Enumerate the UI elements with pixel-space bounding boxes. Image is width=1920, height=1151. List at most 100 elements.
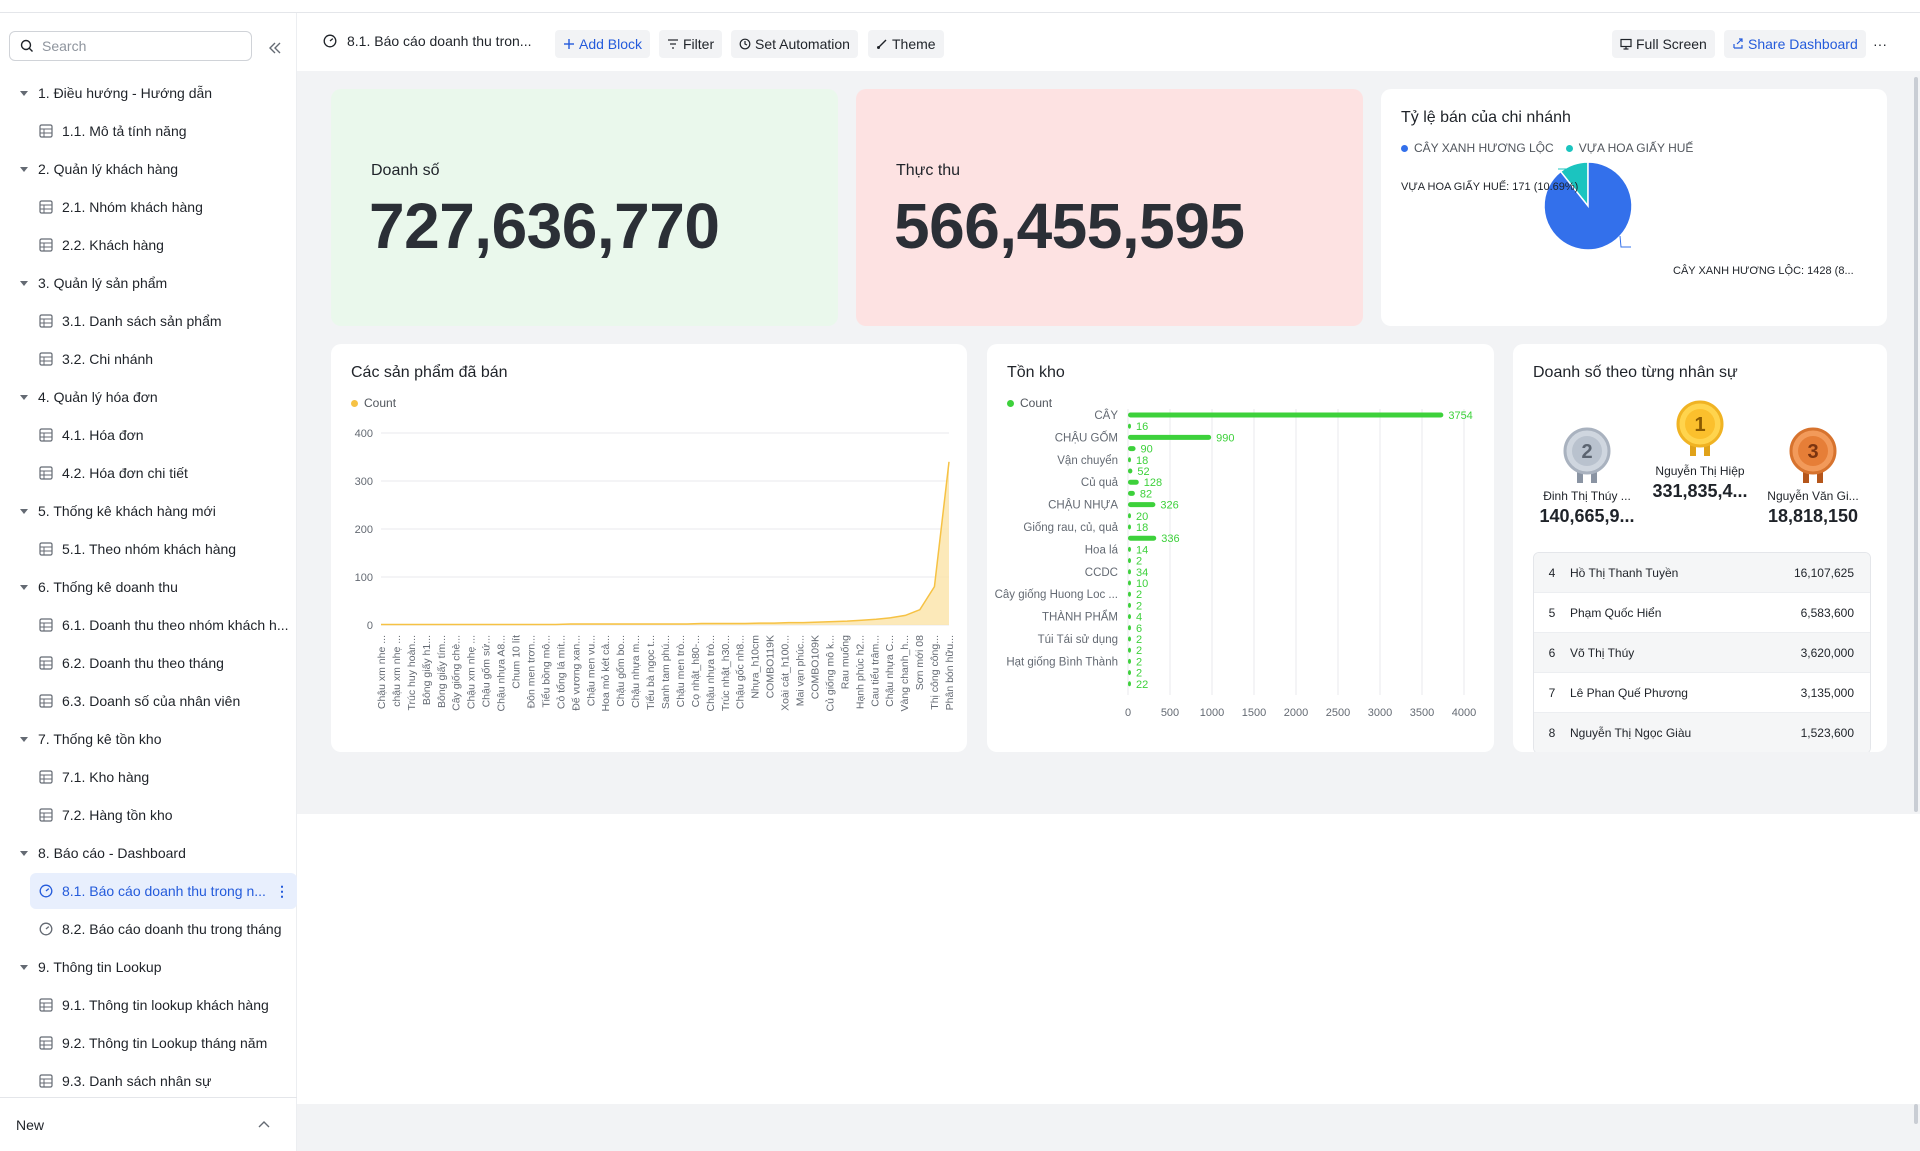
caret-down-icon <box>20 167 28 172</box>
table-icon <box>39 808 53 822</box>
x-tick-label: COMBO109K <box>809 635 821 699</box>
x-tick-label: Cỏ tổng lá mít... <box>555 635 567 709</box>
vertical-scrollbar[interactable] <box>1914 77 1918 812</box>
nav-group-2[interactable]: 2. Quản lý khách hàng <box>18 151 178 187</box>
nav-item-7-2[interactable]: 7.2. Hàng tồn kho <box>30 797 297 833</box>
bar <box>1128 524 1131 530</box>
y-tick-label: 400 <box>355 428 373 440</box>
new-menu[interactable]: New <box>0 1097 297 1151</box>
table-row[interactable]: 4 Hồ Thị Thanh Tuyền 16,107,625 <box>1534 553 1870 593</box>
table-row[interactable]: 8 Nguyễn Thị Ngọc Giàu 1,523,600 <box>1534 713 1870 752</box>
share-icon <box>1733 38 1743 49</box>
nav-item-4-2[interactable]: 4.2. Hóa đơn chi tiết <box>30 455 297 491</box>
pie-card[interactable]: Tỷ lệ bán của chi nhánh CÂY XANH HƯƠNG L… <box>1381 89 1887 326</box>
table-icon <box>39 352 53 366</box>
rank-value: 3,135,000 <box>1800 685 1854 700</box>
nav-item-3-2[interactable]: 3.2. Chi nhánh <box>30 341 297 377</box>
ranking-card[interactable]: Doanh số theo từng nhân sự 2 Đinh Thị Th… <box>1513 344 1887 752</box>
nav-item-9-1[interactable]: 9.1. Thông tin lookup khách hàng <box>30 987 297 1023</box>
kpi-card-sales[interactable]: Doanh số 727,636,770 <box>331 89 838 326</box>
rank-name: Võ Thị Thúy <box>1570 645 1635 660</box>
nav-item-6-2[interactable]: 6.2. Doanh thu theo tháng <box>30 645 297 681</box>
pie-chart: VỰA HOA GIẤY HUẾ: 171 (10.69%) CÂY XANH H… <box>1401 161 1854 277</box>
nav-group-3[interactable]: 3. Quản lý sản phẩm <box>18 265 167 301</box>
y-category-label: CCDC <box>1085 567 1118 579</box>
x-tick-label: Tiểu bồng mô... <box>540 635 552 708</box>
collapse-sidebar-icon[interactable] <box>266 39 284 57</box>
stock-chart-card[interactable]: Tồn kho Count 0 500 1000 1500 2000 2500 3000 35… <box>987 344 1494 752</box>
nav-group-6[interactable]: 6. Thống kê doanh thu <box>18 569 178 605</box>
add-block-label: Add Block <box>579 36 643 52</box>
bar-value-label: 2 <box>1136 556 1142 568</box>
bar-value-label: 90 <box>1141 444 1153 456</box>
nav-group-5[interactable]: 5. Thống kê khách hàng mới <box>18 493 216 529</box>
pie-label: CÂY XANH HƯƠNG LỘC: 1428 (8... <box>1673 264 1854 277</box>
chevron-up-icon[interactable] <box>257 1118 271 1132</box>
table-icon <box>39 428 53 442</box>
rank-name: Phạm Quốc Hiển <box>1570 605 1662 620</box>
nav-item-5-1[interactable]: 5.1. Theo nhóm khách hàng <box>30 531 297 567</box>
x-tick-label: 1000 <box>1200 707 1224 719</box>
table-row[interactable]: 5 Phạm Quốc Hiển 6,583,600 <box>1534 593 1870 633</box>
nav-item-label: 3.1. Danh sách sản phẩm <box>62 313 222 329</box>
x-tick-label: 2000 <box>1284 707 1308 719</box>
more-options-icon[interactable]: ⋮ <box>275 883 289 900</box>
table-icon <box>39 656 53 670</box>
table-icon <box>39 1074 53 1088</box>
x-tick-label: Trúc huy hoàn... <box>406 635 418 710</box>
nav-group-label: 9. Thông tin Lookup <box>38 959 162 975</box>
medal-rank: 1 <box>1694 414 1705 436</box>
nav-item-2-1[interactable]: 2.1. Nhóm khách hàng <box>30 189 297 225</box>
add-block-button[interactable]: Add Block <box>555 30 651 58</box>
nav-group-1[interactable]: 1. Điều hướng - Hướng dẫn <box>18 75 212 111</box>
share-dashboard-button[interactable]: Share Dashboard <box>1724 30 1866 58</box>
nav-item-6-1[interactable]: 6.1. Doanh thu theo nhóm khách h... <box>30 607 297 643</box>
nav-item-8-1[interactable]: 8.1. Báo cáo doanh thu trong n... ⋮ <box>30 873 297 909</box>
bar-value-label: 3754 <box>1448 410 1472 422</box>
theme-button[interactable]: Theme <box>868 30 944 58</box>
table-icon <box>39 694 53 708</box>
bar <box>1128 434 1212 440</box>
nav-group-7[interactable]: 7. Thống kê tồn kho <box>18 721 162 757</box>
bar <box>1128 569 1131 575</box>
nav-item-9-2[interactable]: 9.2. Thông tin Lookup tháng năm <box>30 1025 297 1061</box>
table-row[interactable]: 6 Võ Thị Thúy 3,620,000 <box>1534 633 1870 673</box>
set-automation-button[interactable]: Set Automation <box>731 30 858 58</box>
nav-group-4[interactable]: 4. Quản lý hóa đơn <box>18 379 158 415</box>
nav-item-9-3[interactable]: 9.3. Danh sách nhân sự <box>30 1063 297 1099</box>
nav-item-2-2[interactable]: 2.2. Khách hàng <box>30 227 297 263</box>
nav-item-8-2[interactable]: 8.2. Báo cáo doanh thu trong tháng <box>30 911 297 947</box>
bar <box>1128 580 1131 586</box>
table-row[interactable]: 7 Lê Phan Quế Phương 3,135,000 <box>1534 673 1870 713</box>
bar-value-label: 18 <box>1136 522 1148 534</box>
x-tick-label: Chậu xm nhe ... <box>376 635 388 709</box>
nav-group-9[interactable]: 9. Thông tin Lookup <box>18 949 162 985</box>
products-chart-card[interactable]: Các sản phẩm đã bán Count 0 100 200 300 400 C… <box>331 344 967 752</box>
bar-value-label: 2 <box>1136 656 1142 668</box>
kpi-card-revenue[interactable]: Thực thu 566,455,595 <box>856 89 1363 326</box>
vertical-scrollbar-lower[interactable] <box>1914 1104 1918 1124</box>
dashboard-title-text: 8.1. Báo cáo doanh thu tron... <box>347 33 532 49</box>
filter-button[interactable]: Filter <box>659 30 723 58</box>
x-tick-label: Chậu nhựa m... <box>630 635 642 708</box>
x-tick-label: 1500 <box>1242 707 1266 719</box>
nav-item-4-1[interactable]: 4.1. Hóa đơn <box>30 417 297 453</box>
search-input[interactable]: Search <box>9 31 252 61</box>
main-area: 8.1. Báo cáo doanh thu tron... Add Block… <box>297 13 1920 1151</box>
full-screen-button[interactable]: Full Screen <box>1612 30 1715 58</box>
rank-name: Nguyễn Thị Ngọc Giàu <box>1570 725 1692 740</box>
nav-item-7-1[interactable]: 7.1. Kho hàng <box>30 759 297 795</box>
nav-item-label: 8.2. Báo cáo doanh thu trong tháng <box>62 921 282 937</box>
x-tick-label: Củ giống mô k... <box>824 635 836 711</box>
nav-item-3-1[interactable]: 3.1. Danh sách sản phẩm <box>30 303 297 339</box>
nav-item-label: 6.2. Doanh thu theo tháng <box>62 655 224 671</box>
nav-item-6-3[interactable]: 6.3. Doanh số của nhân viên <box>30 683 297 719</box>
nav-item-label: 9.3. Danh sách nhân sự <box>62 1073 212 1089</box>
more-menu-button[interactable]: ··· <box>1865 30 1895 58</box>
nav-item-1-1[interactable]: 1.1. Mô tả tính năng <box>30 113 297 149</box>
bar-value-label: 18 <box>1136 455 1148 467</box>
nav-item-label: 7.1. Kho hàng <box>62 769 150 785</box>
nav-group-8[interactable]: 8. Báo cáo - Dashboard <box>18 835 186 871</box>
nav-group-label: 4. Quản lý hóa đơn <box>38 389 158 405</box>
x-tick-label: 0 <box>1125 707 1131 719</box>
